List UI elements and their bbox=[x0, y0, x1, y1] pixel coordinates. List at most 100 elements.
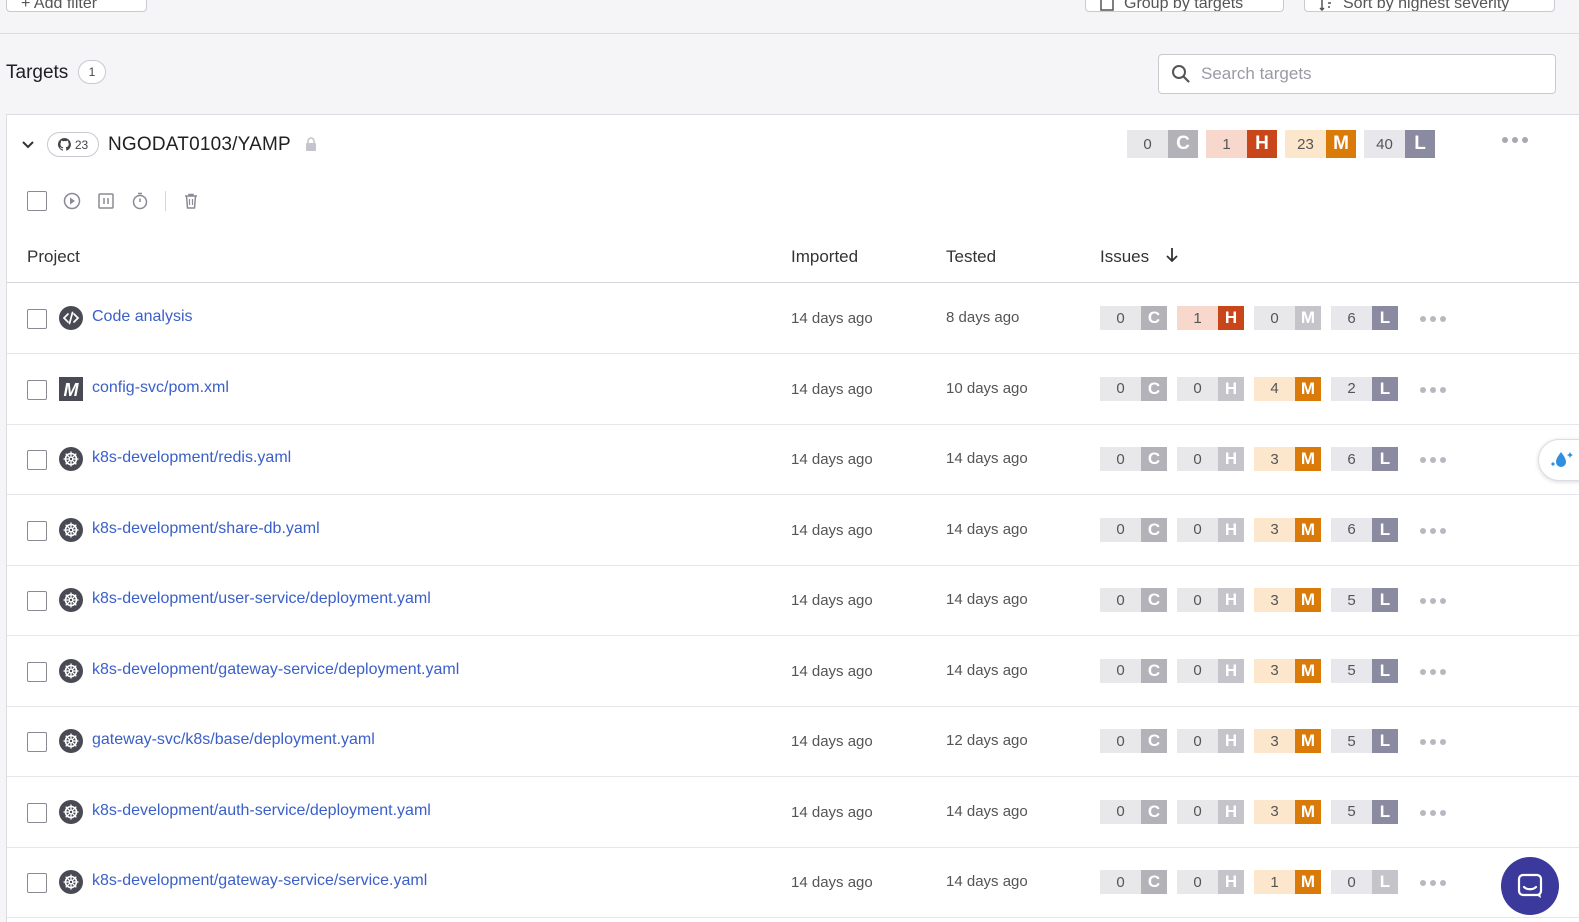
medium-count: 23 bbox=[1285, 130, 1326, 158]
delete-icon[interactable] bbox=[182, 192, 200, 210]
project-row[interactable]: k8s-development/user-service/deployment.… bbox=[7, 566, 1579, 636]
row-checkbox[interactable] bbox=[27, 732, 47, 752]
project-link[interactable]: Code analysis bbox=[92, 308, 193, 326]
run-test-icon[interactable] bbox=[63, 192, 81, 210]
column-issues[interactable]: Issues bbox=[1100, 247, 1149, 267]
low-count-badge: 40 L bbox=[1364, 130, 1435, 158]
medium-count: 3 bbox=[1254, 799, 1295, 824]
add-filter-button[interactable]: + Add filter bbox=[6, 0, 147, 12]
select-all-checkbox[interactable] bbox=[27, 191, 47, 211]
more-options-icon[interactable] bbox=[1501, 136, 1529, 144]
project-link[interactable]: k8s-development/gateway-service/service.… bbox=[92, 872, 427, 890]
critical-count: 0 bbox=[1100, 517, 1141, 542]
critical-count-badge: 0C bbox=[1100, 658, 1167, 683]
project-link[interactable]: k8s-development/auth-service/deployment.… bbox=[92, 802, 431, 820]
side-helper-widget[interactable] bbox=[1538, 439, 1579, 481]
row-checkbox[interactable] bbox=[27, 661, 47, 682]
tested-date: 14 days ago bbox=[946, 520, 1028, 538]
sort-down-arrow-icon[interactable] bbox=[1165, 246, 1179, 264]
project-row[interactable]: k8s-development/gateway-service/service.… bbox=[7, 848, 1579, 918]
issue-severity-counts: 0C0H3M5L bbox=[1100, 799, 1398, 824]
low-label: L bbox=[1372, 517, 1398, 542]
tested-date: 14 days ago bbox=[946, 661, 1028, 679]
critical-label: C bbox=[1141, 870, 1167, 894]
row-checkbox[interactable] bbox=[27, 802, 47, 823]
project-link[interactable]: k8s-development/gateway-service/deployme… bbox=[92, 661, 459, 679]
more-options-icon[interactable] bbox=[1419, 456, 1447, 464]
column-project[interactable]: Project bbox=[27, 247, 80, 267]
low-count: 5 bbox=[1331, 658, 1372, 683]
row-checkbox[interactable] bbox=[27, 450, 47, 470]
chevron-down-icon[interactable] bbox=[21, 137, 35, 151]
more-options-icon[interactable] bbox=[1419, 527, 1447, 535]
medium-label: M bbox=[1295, 306, 1321, 330]
high-count: 1 bbox=[1206, 130, 1247, 158]
repo-name: NGODAT0103/YAMP bbox=[108, 134, 291, 155]
high-label: H bbox=[1218, 306, 1244, 330]
medium-count-badge: 3M bbox=[1254, 588, 1321, 612]
high-count: 0 bbox=[1177, 376, 1218, 401]
project-link[interactable]: k8s-development/share-db.yaml bbox=[92, 520, 320, 538]
group-by-button[interactable]: Group by targets bbox=[1085, 0, 1284, 12]
issue-severity-counts: 0C0H3M6L bbox=[1100, 517, 1398, 542]
deactivate-icon[interactable] bbox=[97, 192, 115, 210]
critical-count-badge: 0C bbox=[1100, 729, 1167, 753]
project-row[interactable]: k8s-development/gateway-service/deployme… bbox=[7, 637, 1579, 707]
group-by-label: Group by targets bbox=[1124, 0, 1244, 12]
medium-label: M bbox=[1295, 376, 1321, 401]
critical-label: C bbox=[1141, 306, 1167, 330]
project-row[interactable]: k8s-development/auth-service/deployment.… bbox=[7, 778, 1579, 848]
tested-date: 14 days ago bbox=[946, 450, 1028, 467]
more-options-icon[interactable] bbox=[1419, 597, 1447, 605]
critical-label: C bbox=[1141, 588, 1167, 612]
timer-icon[interactable] bbox=[131, 192, 149, 210]
more-options-icon[interactable] bbox=[1419, 386, 1447, 394]
more-options-icon[interactable] bbox=[1419, 738, 1447, 746]
high-count-badge: 0H bbox=[1177, 729, 1244, 753]
search-box[interactable] bbox=[1158, 54, 1556, 94]
issue-severity-counts: 0C0H3M5L bbox=[1100, 658, 1398, 683]
toolbar-divider bbox=[165, 191, 166, 211]
project-link[interactable]: config-svc/pom.xml bbox=[92, 379, 229, 397]
droplet-icon bbox=[1551, 452, 1573, 467]
imported-date: 14 days ago bbox=[791, 803, 873, 821]
target-header[interactable]: 23 NGODAT0103/YAMP 0 C 1 H 23 M 40 L bbox=[7, 115, 1579, 175]
low-count: 6 bbox=[1331, 447, 1372, 471]
project-row[interactable]: k8s-development/redis.yaml 14 days ago 14 … bbox=[7, 425, 1579, 495]
medium-count-badge: 3M bbox=[1254, 447, 1321, 471]
high-count-badge: 0H bbox=[1177, 447, 1244, 471]
maven-icon: M bbox=[59, 376, 83, 401]
project-link[interactable]: k8s-development/user-service/deployment.… bbox=[92, 590, 431, 608]
low-count: 0 bbox=[1331, 870, 1372, 894]
column-tested[interactable]: Tested bbox=[946, 247, 996, 267]
critical-count-badge: 0C bbox=[1100, 588, 1167, 612]
row-checkbox[interactable] bbox=[27, 309, 47, 329]
project-row[interactable]: Mconfig-svc/pom.xml 14 days ago 10 days ag… bbox=[7, 355, 1579, 425]
targets-count-badge: 1 bbox=[78, 60, 106, 84]
critical-count: 0 bbox=[1127, 130, 1168, 158]
more-options-icon[interactable] bbox=[1419, 809, 1447, 817]
chat-launcher-button[interactable] bbox=[1501, 857, 1559, 915]
project-row[interactable]: k8s-development/share-db.yaml 14 days ago… bbox=[7, 496, 1579, 566]
low-label: L bbox=[1372, 658, 1398, 683]
row-checkbox[interactable] bbox=[27, 591, 47, 611]
issue-severity-counts: 0C1H0M6L bbox=[1100, 306, 1398, 330]
critical-count: 0 bbox=[1100, 658, 1141, 683]
more-options-icon[interactable] bbox=[1419, 315, 1447, 323]
project-link[interactable]: gateway-svc/k8s/base/deployment.yaml bbox=[92, 731, 375, 749]
repo-project-count: 23 bbox=[74, 137, 89, 152]
column-imported[interactable]: Imported bbox=[791, 247, 858, 267]
project-row[interactable]: gateway-svc/k8s/base/deployment.yaml 14 d… bbox=[7, 707, 1579, 777]
more-options-icon[interactable] bbox=[1419, 668, 1447, 676]
search-input[interactable] bbox=[1201, 64, 1541, 84]
sort-button[interactable]: Sort by highest severity bbox=[1304, 0, 1555, 12]
row-checkbox[interactable] bbox=[27, 520, 47, 541]
row-checkbox[interactable] bbox=[27, 379, 47, 400]
critical-count: 0 bbox=[1100, 799, 1141, 824]
row-checkbox[interactable] bbox=[27, 873, 47, 893]
chat-icon bbox=[1517, 873, 1543, 898]
project-row[interactable]: Code analysis 14 days ago 8 days ago 0 C 1 H 0 M… bbox=[7, 284, 1579, 354]
more-options-icon[interactable] bbox=[1419, 879, 1447, 887]
project-link[interactable]: k8s-development/redis.yaml bbox=[92, 449, 291, 467]
low-count: 2 bbox=[1331, 376, 1372, 401]
